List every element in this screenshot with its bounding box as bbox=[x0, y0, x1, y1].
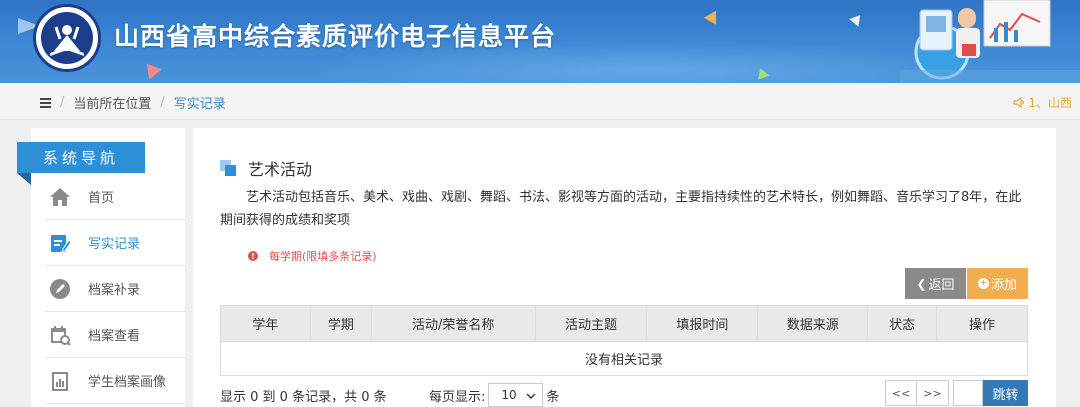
header-banner: 山西省高中综合素质评价电子信息平台 bbox=[0, 0, 1080, 83]
section-header: 艺术活动 bbox=[220, 156, 312, 180]
add-button[interactable]: + 添加 bbox=[967, 268, 1028, 299]
calendar-search-icon bbox=[48, 323, 72, 347]
main-panel: 艺术活动 艺术活动包括音乐、美术、戏曲、戏剧、舞蹈、书法、影视等方面的活动，主要… bbox=[193, 128, 1056, 407]
sidebar-item-portrait[interactable]: 学生档案画像 bbox=[45, 358, 185, 404]
jump-page-input[interactable] bbox=[953, 380, 983, 406]
sidebar-item-label: 档案补录 bbox=[88, 283, 141, 298]
fill-hint: ! 每学期(限填多条记录) bbox=[248, 248, 377, 264]
breadcrumb-current[interactable]: 写实记录 bbox=[174, 93, 226, 112]
column-header[interactable]: 活动/荣誉名称 bbox=[370, 305, 536, 342]
chevron-left-icon: ❮ bbox=[916, 276, 927, 291]
sidebar-heading: 系统导航 bbox=[17, 142, 145, 185]
kite-decoration bbox=[140, 58, 162, 80]
announcement-marquee[interactable]: 1、山西 bbox=[1013, 94, 1072, 111]
add-label: 添加 bbox=[990, 277, 1017, 292]
page-size-value: 10 bbox=[501, 388, 517, 402]
pager: << >> bbox=[885, 380, 949, 406]
sidebar: 系统导航 首页 写实记录 档案补录 档案查看 学生档案画像 bbox=[17, 128, 185, 407]
table-header-row: 学年 学期 活动/荣誉名称 活动主题 填报时间 数据来源 状态 操作 bbox=[220, 305, 1028, 342]
alert-icon: ! bbox=[248, 251, 258, 261]
banner-illustration bbox=[900, 0, 1080, 83]
sidebar-nav: 首页 写实记录 档案补录 档案查看 学生档案画像 bbox=[45, 174, 185, 404]
column-header[interactable]: 活动主题 bbox=[534, 305, 648, 342]
chevron-down-icon bbox=[526, 388, 536, 402]
kite-decoration bbox=[849, 11, 865, 27]
edit-icon bbox=[48, 231, 72, 255]
hint-text: 每学期(限填多条记录) bbox=[269, 250, 377, 263]
column-header[interactable]: 学期 bbox=[309, 305, 372, 342]
breadcrumb: / 当前所在位置 / 写实记录 bbox=[40, 93, 226, 112]
sidebar-item-records[interactable]: 写实记录 bbox=[45, 220, 185, 266]
column-header[interactable]: 数据来源 bbox=[757, 305, 869, 342]
table-row: 没有相关记录 bbox=[220, 341, 1028, 376]
page-size-select[interactable]: 10 bbox=[488, 383, 544, 407]
breadcrumb-label: 当前所在位置 bbox=[73, 97, 152, 112]
breadcrumb-bar: / 当前所在位置 / 写实记录 1、山西 bbox=[0, 83, 1080, 120]
sidebar-item-label: 首页 bbox=[88, 191, 115, 206]
pagination-summary: 显示 0 到 0 条记录，共 0 条 bbox=[220, 390, 387, 405]
column-header[interactable]: 学年 bbox=[220, 305, 311, 342]
announcement-text: 1、山西 bbox=[1028, 96, 1072, 110]
column-header[interactable]: 状态 bbox=[867, 305, 938, 342]
section-icon bbox=[220, 160, 236, 176]
kite-decoration bbox=[703, 7, 723, 25]
speaker-icon bbox=[1013, 97, 1025, 108]
menu-icon[interactable] bbox=[40, 97, 51, 108]
sidebar-item-supplement[interactable]: 档案补录 bbox=[45, 266, 185, 312]
sidebar-item-label: 学生档案画像 bbox=[88, 375, 167, 390]
site-title: 山西省高中综合素质评价电子信息平台 bbox=[114, 22, 557, 51]
back-label: 返回 bbox=[928, 277, 955, 292]
page-size-unit: 条 bbox=[546, 389, 560, 405]
sidebar-item-label: 写实记录 bbox=[88, 237, 141, 252]
section-description: 艺术活动包括音乐、美术、戏曲、戏剧、舞蹈、书法、影视等方面的活动，主要指持续性的… bbox=[220, 190, 1022, 228]
sidebar-item-label: 档案查看 bbox=[88, 329, 141, 344]
home-icon bbox=[48, 185, 72, 209]
page-size-label: 每页显示: bbox=[429, 389, 486, 405]
back-button[interactable]: ❮ 返回 bbox=[905, 268, 966, 299]
school-emblem-icon bbox=[33, 4, 101, 72]
page-title: 艺术活动 bbox=[248, 160, 313, 179]
column-header[interactable]: 填报时间 bbox=[646, 305, 759, 342]
empty-message: 没有相关记录 bbox=[220, 341, 1028, 376]
column-header[interactable]: 操作 bbox=[936, 305, 1028, 342]
sidebar-item-view[interactable]: 档案查看 bbox=[45, 312, 185, 358]
sidebar-item-home[interactable]: 首页 bbox=[45, 174, 185, 220]
page-size-control: 每页显示: 10 条 bbox=[429, 383, 559, 407]
pencil-circle-icon bbox=[48, 277, 72, 301]
jump-button[interactable]: 跳转 bbox=[983, 380, 1028, 406]
chart-document-icon bbox=[48, 369, 72, 393]
records-table: 学年 学期 活动/荣誉名称 活动主题 填报时间 数据来源 状态 操作 没有相关记… bbox=[220, 305, 1028, 376]
plus-circle-icon: + bbox=[977, 278, 989, 289]
first-page-button[interactable]: << bbox=[885, 380, 917, 406]
next-page-button[interactable]: >> bbox=[917, 380, 949, 406]
